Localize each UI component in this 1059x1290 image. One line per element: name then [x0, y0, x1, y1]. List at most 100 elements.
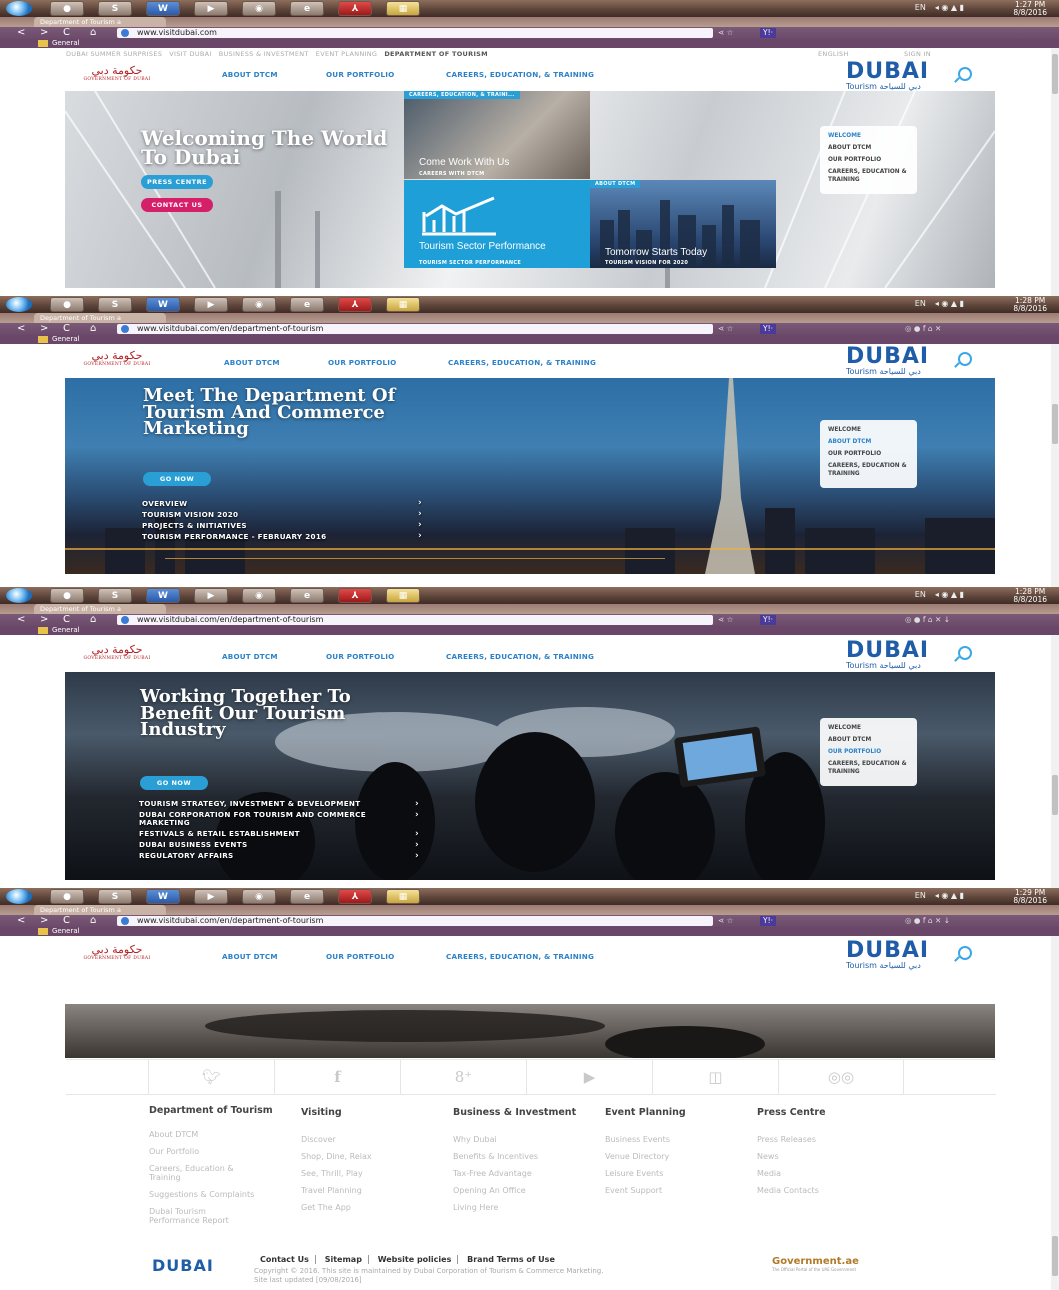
clock[interactable]: 1:28 PM 8/8/2016 — [1013, 588, 1047, 604]
tray-icons[interactable]: ◂ ◉ ▲ ▮ — [935, 299, 964, 308]
reload-button[interactable]: C — [63, 323, 70, 335]
section-menu-portfolio[interactable]: OUR PORTFOLIO — [828, 450, 909, 458]
browser-tab[interactable]: Department of Tourism a — [34, 313, 166, 323]
skype-taskbar-icon[interactable]: S — [98, 889, 132, 904]
share-icon[interactable]: ⋖ ☆ — [718, 615, 733, 625]
nav-careers[interactable]: CAREERS, EDUCATION, & TRAINING — [446, 652, 594, 661]
footer-link[interactable]: Opening An Office — [453, 1182, 603, 1199]
folder-taskbar-icon[interactable]: ▦ — [386, 1, 420, 16]
go-now-button[interactable]: GO NOW — [140, 776, 208, 790]
media-player-taskbar-icon[interactable]: ▶ — [194, 588, 228, 603]
contact-us-link[interactable]: Contact Us — [254, 1255, 316, 1264]
search-icon[interactable] — [958, 352, 972, 366]
section-menu-about[interactable]: ABOUT DTCM — [828, 438, 909, 446]
footer-link[interactable]: Tax-Free Advantage — [453, 1165, 603, 1182]
word-taskbar-icon[interactable]: W — [146, 1, 180, 16]
forward-button[interactable]: > — [40, 27, 48, 39]
government-ae-logo[interactable]: Government.ae The Official Portal of the … — [772, 1256, 859, 1272]
extension-icons[interactable]: ◎ ● f ⌂ ✕ — [905, 324, 941, 334]
utility-link[interactable]: VISIT DUBAI — [169, 50, 211, 58]
section-menu-welcome[interactable]: WELCOME — [828, 132, 909, 140]
footer-link[interactable]: Why Dubai — [453, 1131, 603, 1148]
address-bar[interactable]: www.visitdubai.com/en/department-of-tour… — [117, 324, 713, 334]
yahoo-extension-icon[interactable]: Y!· — [760, 28, 776, 38]
scrollbar[interactable] — [1051, 936, 1059, 1290]
nav-careers[interactable]: CAREERS, EDUCATION, & TRAINING — [446, 952, 594, 961]
footer-link[interactable]: Venue Directory — [605, 1148, 755, 1165]
pdf-taskbar-icon[interactable]: ⅄ — [338, 1, 372, 16]
search-icon[interactable] — [958, 646, 972, 660]
footer-link[interactable]: Press Releases — [757, 1131, 907, 1148]
back-button[interactable]: < — [17, 614, 25, 626]
footer-link[interactable]: Get The App — [301, 1199, 451, 1216]
pdf-taskbar-icon[interactable]: ⅄ — [338, 889, 372, 904]
footer-link[interactable]: News — [757, 1148, 907, 1165]
website-policies-link[interactable]: Website policies — [371, 1255, 459, 1264]
tile-tomorrow[interactable]: ABOUT DTCM Tomorrow Starts Today TOURISM… — [590, 180, 776, 268]
lang-indicator[interactable]: EN — [915, 299, 926, 308]
tray-icons[interactable]: ◂ ◉ ▲ ▮ — [935, 590, 964, 599]
media-player-taskbar-icon[interactable]: ▶ — [194, 297, 228, 312]
extension-icons[interactable]: ◎ ● f ⌂ ✕ ↓ — [905, 916, 950, 926]
section-menu-welcome[interactable]: WELCOME — [828, 724, 909, 732]
bookmark-folder[interactable]: General — [52, 39, 80, 47]
dubai-tourism-logo[interactable]: DUBAI Tourism دبي للسياحة — [846, 940, 936, 972]
media-player-taskbar-icon[interactable]: ▶ — [194, 1, 228, 16]
start-orb-icon[interactable] — [6, 297, 32, 312]
scrollbar[interactable] — [1051, 48, 1059, 296]
link-regulatory[interactable]: REGULATORY AFFAIRS — [139, 852, 419, 861]
scrollbar[interactable] — [1051, 344, 1059, 587]
footer-link[interactable]: Shop, Dine, Relax — [301, 1148, 451, 1165]
forward-button[interactable]: > — [40, 915, 48, 927]
home-button[interactable]: ⌂ — [90, 915, 96, 927]
youtube-icon[interactable]: ▶ — [526, 1060, 652, 1095]
tray-icons[interactable]: ◂ ◉ ▲ ▮ — [935, 891, 964, 900]
nav-careers[interactable]: CAREERS, EDUCATION, & TRAINING — [448, 358, 596, 367]
clock[interactable]: 1:29 PM 8/8/2016 — [1013, 889, 1047, 905]
google-plus-icon[interactable]: 8⁺ — [400, 1060, 526, 1095]
folder-taskbar-icon[interactable]: ▦ — [386, 297, 420, 312]
browser-tab[interactable]: Department of Tourism a — [34, 604, 166, 614]
utility-link[interactable]: BUSINESS & INVESTMENT — [219, 50, 309, 58]
section-menu-portfolio[interactable]: OUR PORTFOLIO — [828, 156, 909, 164]
chrome-taskbar-icon-2[interactable]: ◉ — [242, 297, 276, 312]
start-orb-icon[interactable] — [6, 889, 32, 904]
footer-link[interactable]: Travel Planning — [301, 1182, 451, 1199]
clock[interactable]: 1:27 PM 8/8/2016 — [1013, 1, 1047, 17]
nav-our-portfolio[interactable]: OUR PORTFOLIO — [326, 952, 394, 961]
address-bar[interactable]: www.visitdubai.com — [117, 28, 713, 38]
lang-indicator[interactable]: EN — [915, 3, 926, 12]
chrome-taskbar-icon[interactable]: ● — [50, 297, 84, 312]
reload-button[interactable]: C — [63, 614, 70, 626]
nav-our-portfolio[interactable]: OUR PORTFOLIO — [328, 358, 396, 367]
section-menu-welcome[interactable]: WELCOME — [828, 426, 909, 434]
utility-link-active[interactable]: DEPARTMENT OF TOURISM — [384, 50, 488, 58]
lang-indicator[interactable]: EN — [915, 891, 926, 900]
instagram-icon[interactable]: ◫ — [652, 1060, 778, 1095]
chrome-taskbar-icon-2[interactable]: ◉ — [242, 889, 276, 904]
gov-dubai-logo[interactable]: حكومة دبي GOVERNMENT OF DUBAI — [76, 644, 158, 664]
link-performance[interactable]: TOURISM PERFORMANCE - FEBRUARY 2016 — [142, 531, 422, 542]
section-menu-careers[interactable]: CAREERS, EDUCATION & TRAINING — [828, 462, 909, 478]
footer-dubai-logo[interactable]: DUBAI — [152, 1256, 214, 1275]
language-select[interactable]: ENGLISH — [818, 50, 849, 58]
home-button[interactable]: ⌂ — [90, 614, 96, 626]
share-icon[interactable]: ⋖ ☆ — [718, 324, 733, 334]
link-overview[interactable]: OVERVIEW — [142, 498, 422, 509]
chrome-taskbar-icon-2[interactable]: ◉ — [242, 588, 276, 603]
section-menu-portfolio[interactable]: OUR PORTFOLIO — [828, 748, 909, 756]
footer-link[interactable]: Business Events — [605, 1131, 755, 1148]
link-tourism-vision[interactable]: TOURISM VISION 2020 — [142, 509, 422, 520]
section-menu-about[interactable]: ABOUT DTCM — [828, 736, 909, 744]
footer-link[interactable]: Our Portfolio — [149, 1143, 299, 1160]
ie-taskbar-icon[interactable]: e — [290, 1, 324, 16]
yahoo-extension-icon[interactable]: Y!· — [760, 615, 776, 625]
utility-link[interactable]: DUBAI SUMMER SURPRISES — [66, 50, 162, 58]
link-strategy[interactable]: TOURISM STRATEGY, INVESTMENT & DEVELOPME… — [139, 800, 419, 809]
yahoo-extension-icon[interactable]: Y!· — [760, 916, 776, 926]
utility-link[interactable]: EVENT PLANNING — [316, 50, 377, 58]
media-player-taskbar-icon[interactable]: ▶ — [194, 889, 228, 904]
address-bar[interactable]: www.visitdubai.com/en/department-of-tour… — [117, 615, 713, 625]
ie-taskbar-icon[interactable]: e — [290, 889, 324, 904]
contact-us-button[interactable]: CONTACT US — [141, 198, 213, 212]
